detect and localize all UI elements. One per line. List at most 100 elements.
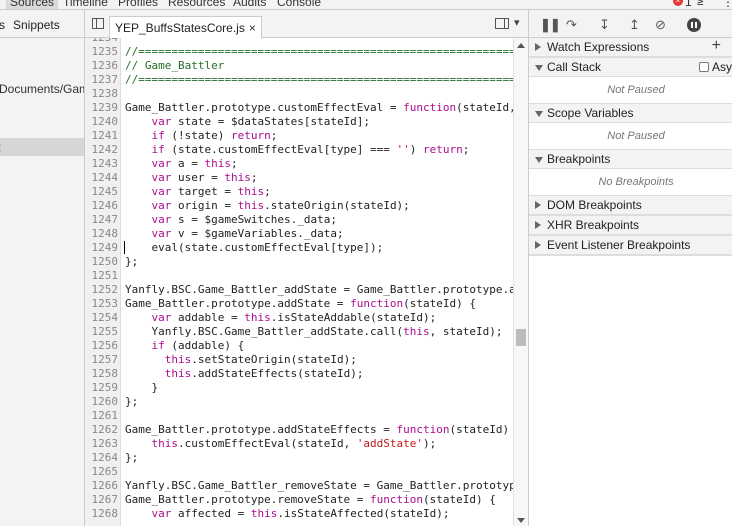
code-line[interactable]: 1248 var v = $gameVariables._data; xyxy=(85,227,515,241)
code-line[interactable]: 1246 var origin = this.stateOrigin(state… xyxy=(85,199,515,213)
tree-item-selected[interactable]: : xyxy=(0,138,84,156)
line-number[interactable]: 1247 xyxy=(85,213,119,227)
section-header-watch-expressions[interactable]: Watch Expressions + xyxy=(529,37,732,57)
line-number[interactable]: 1253 xyxy=(85,297,119,311)
line-number[interactable]: 1262 xyxy=(85,423,119,437)
resume-icon[interactable]: ❚❚ xyxy=(540,17,561,33)
line-number[interactable]: 1255 xyxy=(85,325,119,339)
code-line[interactable]: 1261 xyxy=(85,409,515,423)
checkbox-icon[interactable] xyxy=(699,62,709,72)
code-line[interactable]: 1263 this.customEffectEval(stateId, 'add… xyxy=(85,437,515,451)
line-number[interactable]: 1234 xyxy=(85,38,119,45)
code-line[interactable]: 1236 // Game_Battler xyxy=(85,59,515,73)
line-number[interactable]: 1257 xyxy=(85,353,119,367)
code-line[interactable]: 1266 Yanfly.BSC.Game_Battler_removeState … xyxy=(85,479,529,493)
line-number[interactable]: 1241 xyxy=(85,129,119,143)
line-number[interactable]: 1235 xyxy=(85,45,119,59)
line-number[interactable]: 1248 xyxy=(85,227,119,241)
line-number[interactable]: 1250 xyxy=(85,255,119,269)
code-line[interactable]: 1244 var user = this; xyxy=(85,171,515,185)
line-number[interactable]: 1251 xyxy=(85,269,119,283)
code-line[interactable]: 1240 var state = $dataStates[stateId]; xyxy=(85,115,515,129)
chevron-down-icon[interactable]: ▾ xyxy=(514,16,520,29)
tab-sources[interactable]: Sources xyxy=(6,0,59,9)
line-number[interactable]: 1260 xyxy=(85,395,119,409)
code-line[interactable]: 1245 var target = this; xyxy=(85,185,515,199)
line-number[interactable]: 1252 xyxy=(85,283,119,297)
code-line[interactable]: 1265 xyxy=(85,465,515,479)
code-line[interactable]: 1254 var addable = this.isStateAddable(s… xyxy=(85,311,515,325)
code-line[interactable]: 1268 var affected = this.isStateAffected… xyxy=(85,507,515,521)
code-line[interactable]: 1255 Yanfly.BSC.Game_Battler_addState.ca… xyxy=(85,325,515,339)
code-line[interactable]: 1253 Game_Battler.prototype.addState = fu… xyxy=(85,297,515,311)
async-checkbox[interactable]: Asy xyxy=(699,60,732,74)
code-line[interactable]: 1264}; xyxy=(85,451,515,465)
line-number[interactable]: 1243 xyxy=(85,157,119,171)
deactivate-breakpoints-icon[interactable]: ⊘ xyxy=(655,17,666,33)
tab-profiles[interactable]: Profiles xyxy=(118,0,158,9)
code-line[interactable]: 1262 Game_Battler.prototype.addStateEffec… xyxy=(85,423,523,437)
line-number[interactable]: 1266 xyxy=(85,479,119,493)
toggle-navigator-icon[interactable] xyxy=(92,18,104,29)
tab-resources[interactable]: Resources xyxy=(168,0,225,9)
scroll-up-icon[interactable] xyxy=(517,43,525,48)
code-line[interactable]: 1234 xyxy=(85,38,515,45)
line-number[interactable]: 1245 xyxy=(85,185,119,199)
code-line[interactable]: 1257 this.setStateOrigin(stateId); xyxy=(85,353,515,367)
more-menu-icon[interactable]: ⋮ xyxy=(722,0,732,9)
section-header-call-stack[interactable]: Call Stack Asy xyxy=(529,58,732,77)
console-drawer-icon[interactable]: ≥ xyxy=(697,0,704,8)
tab-timeline[interactable]: Timeline xyxy=(63,0,108,9)
line-number[interactable]: 1249 xyxy=(85,241,119,255)
line-number[interactable]: 1239 xyxy=(85,101,119,115)
code-line[interactable]: 1256 if (addable) { xyxy=(85,339,515,353)
error-count[interactable]: 1 xyxy=(685,0,692,9)
code-line[interactable]: 1267 Game_Battler.prototype.removeState =… xyxy=(85,493,515,507)
pause-on-exceptions-icon[interactable] xyxy=(687,18,701,32)
code-line[interactable]: 1243 var a = this; xyxy=(85,157,515,171)
toggle-debugger-icon[interactable] xyxy=(495,18,509,29)
tree-item-documents[interactable]: Documents/Gam xyxy=(0,82,84,96)
tab-audits[interactable]: Audits xyxy=(233,0,266,9)
step-out-icon[interactable]: ↥ xyxy=(629,17,640,33)
scroll-thumb[interactable] xyxy=(516,329,526,346)
code-line[interactable]: 1242 if (state.customEffectEval[type] ==… xyxy=(85,143,515,157)
code-line[interactable]: 1235 //==================================… xyxy=(85,45,529,59)
line-number[interactable]: 1261 xyxy=(85,409,119,423)
section-header-event-listener-breakpoints[interactable]: Event Listener Breakpoints xyxy=(529,236,732,255)
section-header-dom-breakpoints[interactable]: DOM Breakpoints xyxy=(529,196,732,215)
line-number[interactable]: 1256 xyxy=(85,339,119,353)
line-number[interactable]: 1238 xyxy=(85,87,119,101)
code-line[interactable]: 1239 Game_Battler.prototype.customEffectE… xyxy=(85,101,529,115)
code-line[interactable]: 1238 xyxy=(85,87,515,101)
file-tab[interactable]: YEP_BuffsStatesCore.js × xyxy=(109,16,262,38)
line-number[interactable]: 1263 xyxy=(85,437,119,451)
line-number[interactable]: 1244 xyxy=(85,171,119,185)
add-watch-icon[interactable]: + xyxy=(712,37,721,55)
line-number[interactable]: 1259 xyxy=(85,381,119,395)
line-number[interactable]: 1236 xyxy=(85,59,119,73)
line-number[interactable]: 1264 xyxy=(85,451,119,465)
error-icon[interactable]: × xyxy=(673,0,683,6)
section-header-scope-variables[interactable]: Scope Variables xyxy=(529,104,732,123)
code-line[interactable]: 1237 //==================================… xyxy=(85,73,529,87)
tab-console[interactable]: Console xyxy=(277,0,321,9)
code-line[interactable]: 1260}; xyxy=(85,395,515,409)
line-number[interactable]: 1240 xyxy=(85,115,119,129)
code-line[interactable]: 1252 Yanfly.BSC.Game_Battler_addState = G… xyxy=(85,283,529,297)
editor-scrollbar[interactable] xyxy=(513,38,528,526)
step-into-icon[interactable]: ↧ xyxy=(599,17,610,33)
step-over-icon[interactable]: ↷ xyxy=(566,17,577,33)
line-number[interactable]: 1268 xyxy=(85,507,119,521)
code-line[interactable]: 1250}; xyxy=(85,255,515,269)
line-number[interactable]: 1258 xyxy=(85,367,119,381)
code-line[interactable]: 1247 var s = $gameSwitches._data; xyxy=(85,213,515,227)
close-icon[interactable]: × xyxy=(249,21,256,35)
code-editor[interactable]: 12341235 //==============================… xyxy=(85,38,528,526)
tab-snippets[interactable]: Snippets xyxy=(13,18,60,32)
code-line[interactable]: 1259 } xyxy=(85,381,515,395)
code-line[interactable]: 1249 eval(state.customEffectEval[type]); xyxy=(85,241,515,255)
code-line[interactable]: 1258 this.addStateEffects(stateId); xyxy=(85,367,515,381)
section-header-breakpoints[interactable]: Breakpoints xyxy=(529,150,732,169)
section-header-xhr-breakpoints[interactable]: XHR Breakpoints xyxy=(529,216,732,235)
